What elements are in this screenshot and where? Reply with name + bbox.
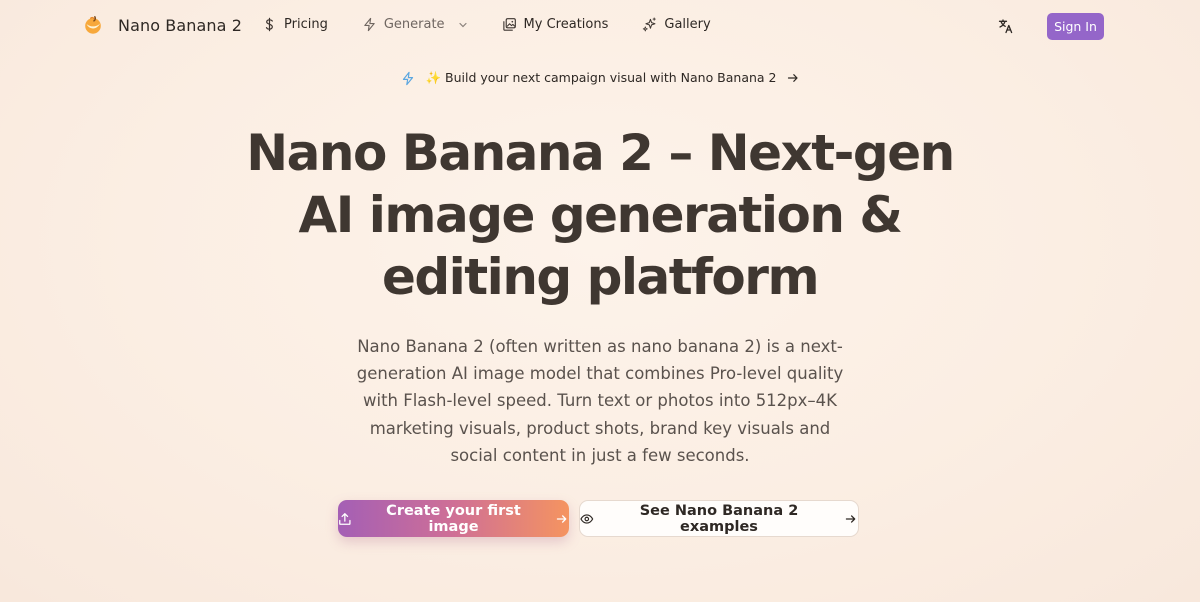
hero-title: Nano Banana 2 – Next-gen AI image genera…: [246, 124, 955, 306]
arrow-right-icon: [557, 514, 567, 523]
nav-item-label: My Creations: [523, 17, 609, 32]
upload-icon: [339, 512, 351, 525]
lightning-icon: [364, 17, 375, 32]
see-examples-label: See Nano Banana 2 examples: [639, 502, 799, 535]
lightning-icon: [403, 71, 414, 85]
nav-item-label: Gallery: [664, 17, 711, 32]
arrow-right-icon: [846, 514, 856, 523]
brand-name: Nano Banana 2: [118, 15, 243, 35]
announcement-banner[interactable]: ✨ Build your next campaign visual with N…: [0, 70, 1200, 86]
nav-item-label: Generate: [383, 17, 445, 32]
nav-item-my-creations[interactable]: My Creations: [502, 17, 609, 32]
dollar-icon: [265, 17, 273, 32]
nav-item-gallery[interactable]: Gallery: [642, 17, 711, 32]
hero-description: Nano Banana 2 (often written as nano ban…: [356, 337, 844, 465]
announcement-text: ✨ Build your next campaign visual with N…: [425, 70, 777, 85]
nav-links: Pricing Generate My Creations Gallery: [262, 17, 711, 32]
create-first-image-button[interactable]: Create your first image: [338, 500, 569, 537]
nav-item-generate[interactable]: Generate: [362, 17, 468, 32]
translate-icon[interactable]: [998, 18, 1014, 34]
eye-icon: [580, 513, 594, 524]
top-navbar: Nano Banana 2 Pricing Generate My Creati…: [0, 0, 1200, 52]
sign-in-button[interactable]: Sign In: [1047, 13, 1104, 40]
banana-logo-icon: [85, 16, 101, 34]
images-icon: [502, 18, 516, 31]
nav-item-pricing[interactable]: Pricing: [262, 17, 328, 32]
brand-home-link[interactable]: Nano Banana 2: [82, 14, 242, 36]
arrow-right-icon: [787, 74, 798, 82]
chevron-down-icon: [458, 22, 467, 27]
nav-item-label: Pricing: [284, 17, 328, 32]
sparkles-icon: [643, 17, 657, 32]
see-examples-button[interactable]: See Nano Banana 2 examples: [579, 500, 859, 537]
create-first-image-label: Create your first image: [386, 502, 521, 535]
